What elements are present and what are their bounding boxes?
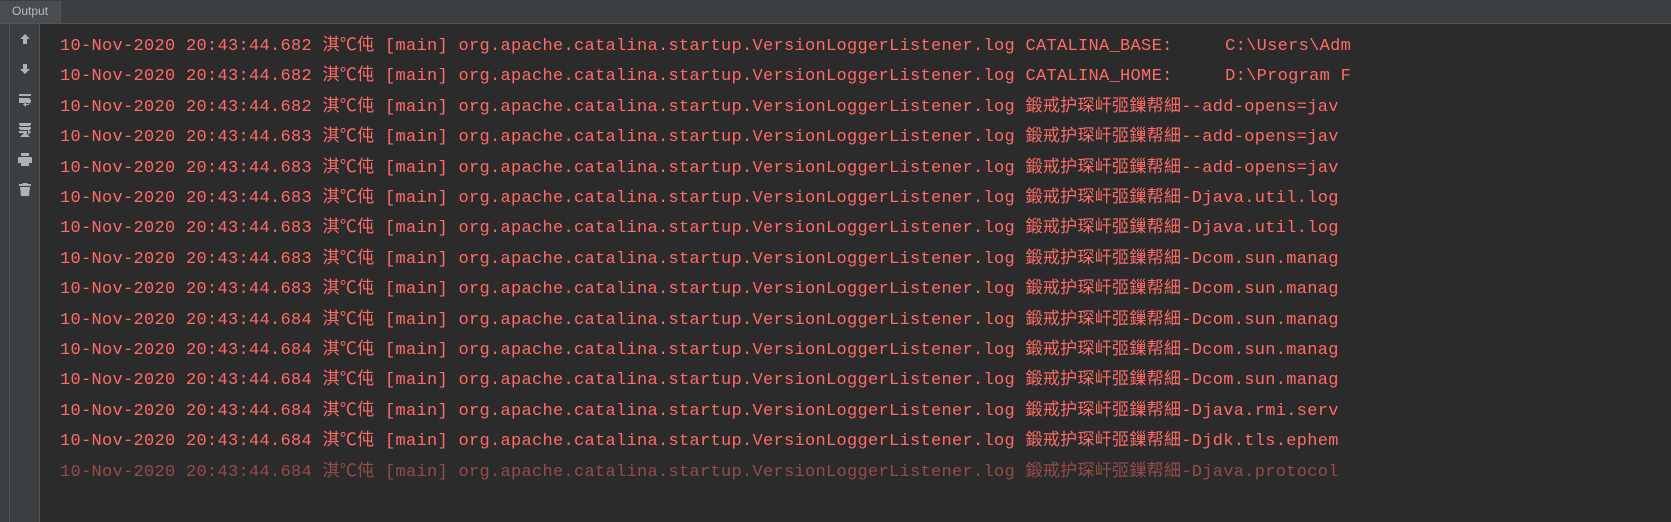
- log-line: 10-Nov-2020 20:43:44.683 淇℃伅 [main] org.…: [60, 245, 1671, 275]
- tab-bar: Output: [0, 0, 1671, 24]
- content-area: 10-Nov-2020 20:43:44.682 淇℃伅 [main] org.…: [0, 24, 1671, 522]
- log-line: 10-Nov-2020 20:43:44.682 淇℃伅 [main] org.…: [60, 62, 1671, 92]
- console-toolbar: [10, 24, 40, 522]
- log-line: 10-Nov-2020 20:43:44.684 淇℃伅 [main] org.…: [60, 397, 1671, 427]
- log-line: 10-Nov-2020 20:43:44.683 淇℃伅 [main] org.…: [60, 123, 1671, 153]
- log-line: 10-Nov-2020 20:43:44.683 淇℃伅 [main] org.…: [60, 154, 1671, 184]
- trash-icon[interactable]: [16, 180, 34, 198]
- log-line: 10-Nov-2020 20:43:44.684 淇℃伅 [main] org.…: [60, 427, 1671, 457]
- log-line: 10-Nov-2020 20:43:44.683 淇℃伅 [main] org.…: [60, 214, 1671, 244]
- log-output[interactable]: 10-Nov-2020 20:43:44.682 淇℃伅 [main] org.…: [40, 24, 1671, 522]
- log-line: 10-Nov-2020 20:43:44.683 淇℃伅 [main] org.…: [60, 275, 1671, 305]
- log-line: 10-Nov-2020 20:43:44.684 淇℃伅 [main] org.…: [60, 306, 1671, 336]
- arrow-up-icon[interactable]: [16, 30, 34, 48]
- left-gutter: [0, 24, 10, 522]
- arrow-down-icon[interactable]: [16, 60, 34, 78]
- log-line: 10-Nov-2020 20:43:44.682 淇℃伅 [main] org.…: [60, 93, 1671, 123]
- log-line: 10-Nov-2020 20:43:44.684 淇℃伅 [main] org.…: [60, 366, 1671, 396]
- log-line: 10-Nov-2020 20:43:44.684 淇℃伅 [main] org.…: [60, 336, 1671, 366]
- scroll-to-end-icon[interactable]: [16, 120, 34, 138]
- log-line: 10-Nov-2020 20:43:44.683 淇℃伅 [main] org.…: [60, 184, 1671, 214]
- log-line: 10-Nov-2020 20:43:44.682 淇℃伅 [main] org.…: [60, 32, 1671, 62]
- print-icon[interactable]: [16, 150, 34, 168]
- log-line: 10-Nov-2020 20:43:44.684 淇℃伅 [main] org.…: [60, 458, 1671, 488]
- tab-output[interactable]: Output: [0, 1, 61, 23]
- soft-wrap-icon[interactable]: [16, 90, 34, 108]
- console-panel: Output 10-Nov-2020 20:43:44.68: [0, 0, 1671, 522]
